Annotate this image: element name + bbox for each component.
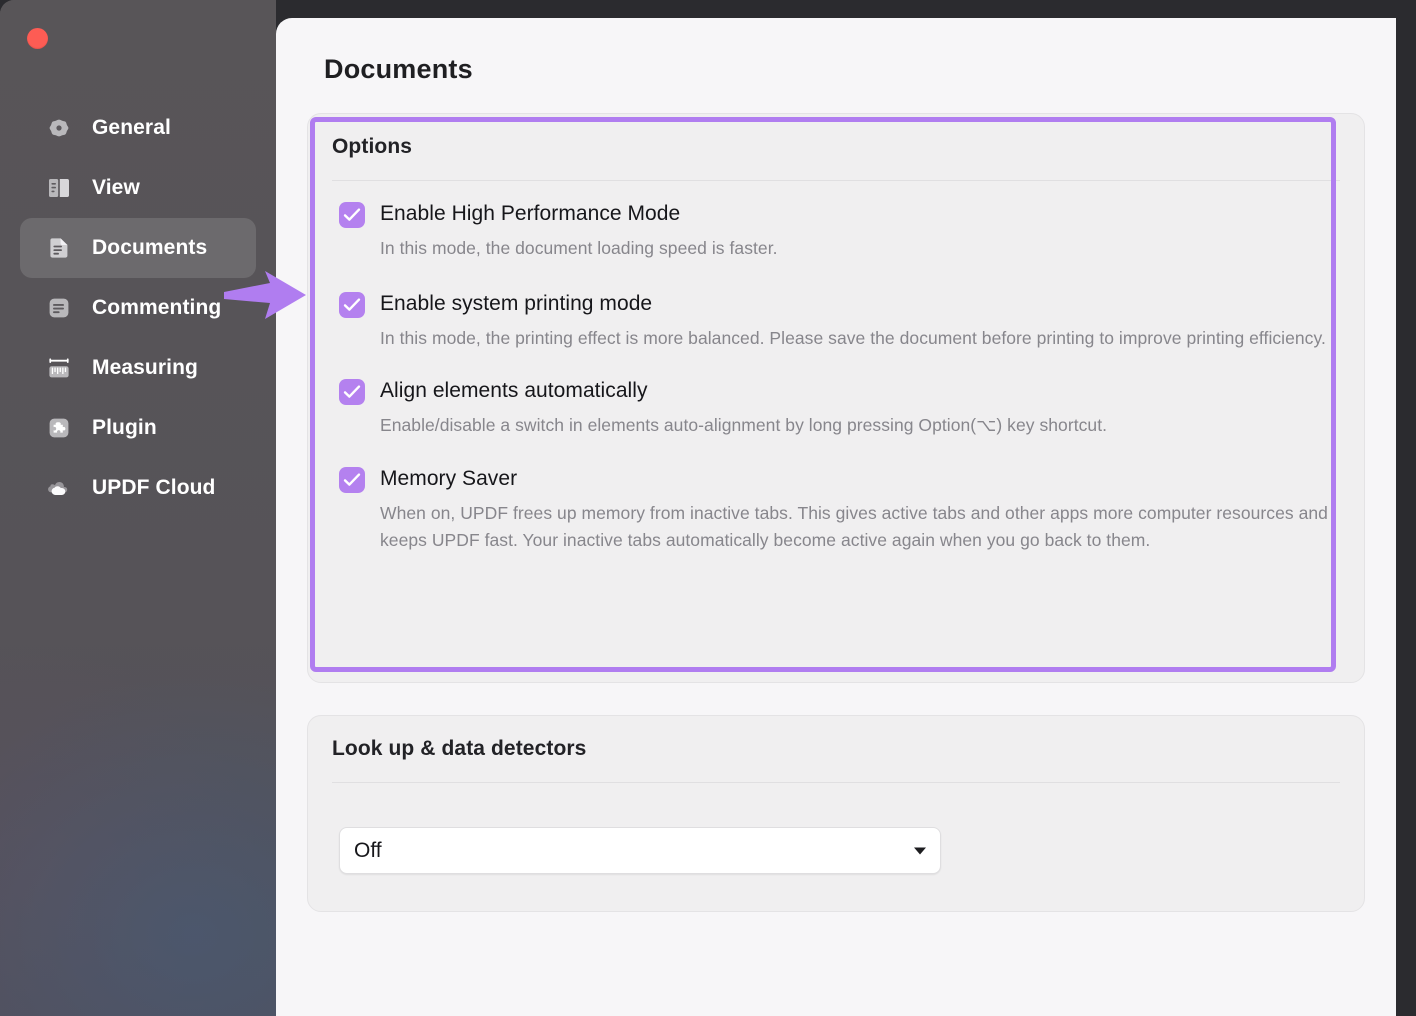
sidebar-item-label: Documents	[92, 236, 208, 259]
comment-icon	[46, 295, 72, 321]
divider	[332, 782, 1340, 783]
option-row-align-elements: Align elements automatically Enable/disa…	[308, 377, 1364, 439]
dropdown-value: Off	[354, 838, 382, 862]
sidebar: General View Documents Commenting Measur…	[0, 0, 276, 1016]
preferences-window: General View Documents Commenting Measur…	[0, 0, 1416, 1016]
option-label: Memory Saver	[380, 467, 518, 490]
check-icon	[343, 208, 361, 221]
options-list: Enable High Performance Mode In this mod…	[308, 200, 1364, 554]
sidebar-item-documents[interactable]: Documents	[20, 218, 256, 278]
document-icon	[46, 235, 72, 261]
book-icon	[46, 175, 72, 201]
sidebar-item-label: Measuring	[92, 356, 198, 379]
sidebar-item-label: Plugin	[92, 416, 157, 439]
checkbox-enable-system-printing-mode[interactable]	[339, 292, 365, 318]
checkbox-enable-high-performance-mode[interactable]	[339, 202, 365, 228]
sidebar-item-measuring[interactable]: Measuring	[20, 338, 256, 398]
option-description: In this mode, the document loading speed…	[380, 238, 778, 258]
lookup-data-detectors-dropdown[interactable]: Off	[339, 827, 941, 874]
option-row-high-performance: Enable High Performance Mode In this mod…	[308, 200, 1364, 262]
check-icon	[343, 473, 361, 486]
gear-icon	[46, 115, 72, 141]
check-icon	[343, 298, 361, 311]
divider	[332, 180, 1340, 181]
option-row-system-printing: Enable system printing mode In this mode…	[308, 290, 1364, 352]
option-description: In this mode, the printing effect is mor…	[380, 328, 1326, 348]
sidebar-item-label: General	[92, 116, 171, 139]
option-row-memory-saver: Memory Saver When on, UPDF frees up memo…	[308, 465, 1364, 554]
checkbox-memory-saver[interactable]	[339, 467, 365, 493]
sidebar-item-label: View	[92, 176, 140, 199]
check-icon	[343, 385, 361, 398]
cloud-icon	[46, 475, 72, 501]
sidebar-item-commenting[interactable]: Commenting	[20, 278, 256, 338]
sidebar-item-view[interactable]: View	[20, 158, 256, 218]
close-button[interactable]	[27, 28, 48, 49]
sidebar-item-updf-cloud[interactable]: UPDF Cloud	[20, 458, 256, 518]
sidebar-nav: General View Documents Commenting Measur…	[0, 98, 276, 518]
option-description: When on, UPDF frees up memory from inact…	[380, 503, 1328, 550]
ruler-icon	[46, 355, 72, 381]
sidebar-item-label: Commenting	[92, 296, 222, 319]
lookup-card-title: Look up & data detectors	[332, 737, 587, 760]
puzzle-icon	[46, 415, 72, 441]
option-description: Enable/disable a switch in elements auto…	[380, 415, 1108, 435]
checkbox-align-elements-automatically[interactable]	[339, 379, 365, 405]
sidebar-item-plugin[interactable]: Plugin	[20, 398, 256, 458]
sidebar-item-general[interactable]: General	[20, 98, 256, 158]
sidebar-item-label: UPDF Cloud	[92, 476, 216, 499]
options-card: Options Enable High Performance Mode In …	[307, 113, 1365, 683]
options-card-title: Options	[332, 135, 413, 158]
option-label: Enable High Performance Mode	[380, 202, 681, 225]
main-panel: Documents Options Enable High Performanc…	[276, 18, 1396, 1016]
page-title: Documents	[324, 54, 473, 84]
chevron-down-icon	[914, 847, 926, 854]
option-label: Enable system printing mode	[380, 292, 653, 315]
lookup-data-detectors-card: Look up & data detectors Off	[307, 715, 1365, 912]
option-label: Align elements automatically	[380, 379, 648, 402]
